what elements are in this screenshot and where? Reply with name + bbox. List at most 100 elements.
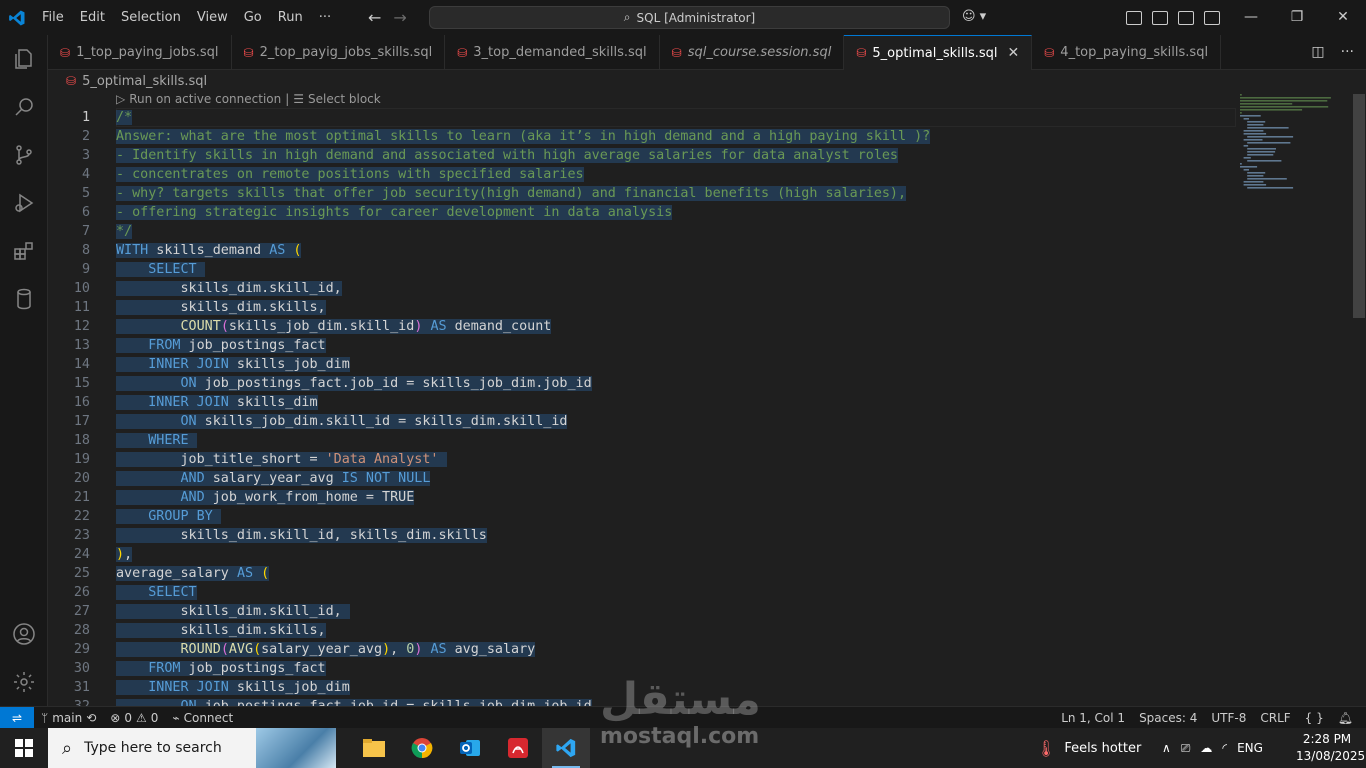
tab-3[interactable]: ⛁ sql_course.session.sql [660, 35, 845, 70]
encoding[interactable]: UTF-8 [1204, 711, 1253, 725]
problems-status[interactable]: ⊗ 0 ⚠ 0 [103, 711, 165, 725]
code-line[interactable]: 29 ROUND(AVG(salary_year_avg), 0) AS avg… [48, 640, 1236, 659]
menu-item[interactable]: Selection [113, 10, 189, 25]
code-editor[interactable]: 1 /* 2 Answer: what are the most optimal sk… [48, 108, 1236, 706]
minimap[interactable] [1236, 92, 1352, 706]
windows-start-icon[interactable] [0, 728, 48, 768]
account-icon[interactable] [0, 610, 48, 658]
acrobat-icon[interactable] [494, 728, 542, 768]
split-editor-icon[interactable]: ◫ [1311, 44, 1324, 60]
code-line[interactable]: 22 GROUP BY [48, 507, 1236, 526]
tab-2[interactable]: ⛁ 3_top_demanded_skills.sql [445, 35, 660, 70]
cloud-icon[interactable]: ☁ [1200, 741, 1212, 755]
copilot-icon[interactable]: ☺ ▾ [962, 9, 986, 24]
weather-widget[interactable]: 🌡︎ Feels hotter [1036, 728, 1141, 768]
menu-item[interactable]: File [34, 10, 72, 25]
device-icon[interactable]: ⎚ [1181, 741, 1191, 756]
indentation[interactable]: Spaces: 4 [1132, 711, 1204, 725]
breadcrumb-file[interactable]: 5_optimal_skills.sql [82, 74, 207, 89]
code-line[interactable]: 4 - concentrates on remote positions with… [48, 165, 1236, 184]
code-line[interactable]: 15 ON job_postings_fact.job_id = skills_… [48, 374, 1236, 393]
search-view-icon[interactable] [0, 83, 48, 131]
explorer-icon[interactable] [0, 35, 48, 83]
tab-close-icon[interactable]: ✕ [1008, 45, 1020, 61]
menu-item[interactable]: Edit [72, 10, 113, 25]
code-line[interactable]: 28 skills_dim.skills, [48, 621, 1236, 640]
more-actions-icon[interactable]: ··· [1341, 44, 1354, 60]
back-arrow-icon[interactable]: ← [368, 8, 381, 27]
warning-icon: ⚠ [135, 710, 147, 725]
notifications-bell-icon[interactable]: 🔔︎ [1331, 711, 1360, 725]
tab-4[interactable]: ⛁ 5_optimal_skills.sql ✕ [844, 35, 1033, 70]
tab-0[interactable]: ⛁ 1_top_paying_jobs.sql [48, 35, 232, 70]
outlook-icon[interactable] [446, 728, 494, 768]
code-line[interactable]: 26 SELECT [48, 583, 1236, 602]
code-line[interactable]: 13 FROM job_postings_fact [48, 336, 1236, 355]
code-line[interactable]: 1 /* [48, 108, 1236, 127]
vscode-taskbar-icon[interactable] [542, 728, 590, 768]
minimap-line [1243, 157, 1251, 159]
run-active-connection-link[interactable]: Run on active connection [129, 92, 281, 108]
branch-status[interactable]: ᛘ main ⟲ [34, 711, 103, 725]
scrollbar-thumb[interactable] [1353, 94, 1365, 318]
code-line[interactable]: 2 Answer: what are the most optimal skill… [48, 127, 1236, 146]
code-line[interactable]: 8 WITH skills_demand AS ( [48, 241, 1236, 260]
nav-arrows: ← → [368, 0, 407, 35]
code-line[interactable]: 7 */ [48, 222, 1236, 241]
extensions-icon[interactable] [0, 227, 48, 275]
settings-gear-icon[interactable] [0, 658, 48, 706]
taskbar-search[interactable]: ⌕ Type here to search [48, 728, 336, 768]
code-line[interactable]: 11 skills_dim.skills, [48, 298, 1236, 317]
menu-item[interactable]: Go [236, 10, 270, 25]
code-line[interactable]: 16 INNER JOIN skills_dim [48, 393, 1236, 412]
restore-icon[interactable]: ❐ [1274, 0, 1320, 35]
database-icon[interactable] [0, 275, 48, 323]
close-window-icon[interactable]: ✕ [1320, 0, 1366, 35]
language-indicator[interactable]: ENG [1237, 741, 1263, 755]
code-text: WITH skills_demand AS ( [116, 241, 302, 260]
minimize-icon[interactable]: — [1228, 0, 1274, 35]
code-line[interactable]: 5 - why? targets skills that offer job se… [48, 184, 1236, 203]
forward-arrow-icon[interactable]: → [393, 8, 406, 27]
chrome-icon[interactable] [398, 728, 446, 768]
code-line[interactable]: 3 - Identify skills in high demand and as… [48, 146, 1236, 165]
code-line[interactable]: 23 skills_dim.skill_id, skills_dim.skill… [48, 526, 1236, 545]
toggle-secondary-sidebar-icon[interactable] [1204, 10, 1220, 25]
code-line[interactable]: 24), [48, 545, 1236, 564]
code-line[interactable]: 18 WHERE [48, 431, 1236, 450]
source-control-icon[interactable] [0, 131, 48, 179]
code-line[interactable]: 21 AND job_work_from_home = TRUE [48, 488, 1236, 507]
taskbar-search-input[interactable]: Type here to search [84, 740, 222, 756]
code-line[interactable]: 25 average_salary AS ( [48, 564, 1236, 583]
tab-1[interactable]: ⛁ 2_top_payig_jobs_skills.sql [232, 35, 446, 70]
code-line[interactable]: 14 INNER JOIN skills_job_dim [48, 355, 1236, 374]
toggle-sidebar-icon[interactable] [1152, 10, 1168, 25]
tab-5[interactable]: ⛁ 4_top_paying_skills.sql [1032, 35, 1222, 70]
code-line[interactable]: 6 - offering strategic insights for caree… [48, 203, 1236, 222]
clock[interactable]: 2:28 PM 13/08/2025 [1296, 731, 1365, 765]
select-block-link[interactable]: Select block [308, 92, 381, 108]
wifi-icon[interactable]: ◜ [1222, 741, 1227, 755]
code-line[interactable]: 17 ON skills_job_dim.skill_id = skills_d… [48, 412, 1236, 431]
end-of-line[interactable]: CRLF [1253, 711, 1297, 725]
code-line[interactable]: 20 AND salary_year_avg IS NOT NULL [48, 469, 1236, 488]
run-debug-icon[interactable] [0, 179, 48, 227]
customize-layout-icon[interactable] [1126, 10, 1142, 25]
toggle-panel-icon[interactable] [1178, 10, 1194, 25]
menu-item[interactable]: ··· [311, 10, 339, 25]
connect-status[interactable]: ⌁ Connect [165, 711, 240, 725]
menu-item[interactable]: Run [270, 10, 311, 25]
menu-item[interactable]: View [189, 10, 236, 25]
code-line[interactable]: 9 SELECT [48, 260, 1236, 279]
code-line[interactable]: 10 skills_dim.skill_id, [48, 279, 1236, 298]
language-mode[interactable]: { } [1298, 711, 1331, 725]
file-explorer-icon[interactable] [350, 728, 398, 768]
remote-indicator-icon[interactable]: ⇌ [0, 706, 34, 729]
code-line[interactable]: 19 job_title_short = 'Data Analyst' [48, 450, 1236, 469]
code-line[interactable]: 12 COUNT(skills_job_dim.skill_id) AS dem… [48, 317, 1236, 336]
chevron-up-icon[interactable]: ∧ [1162, 741, 1171, 755]
cursor-position[interactable]: Ln 1, Col 1 [1054, 711, 1132, 725]
command-center[interactable]: ⌕ SQL [Administrator] [429, 6, 950, 29]
code-line[interactable]: 27 skills_dim.skill_id, [48, 602, 1236, 621]
